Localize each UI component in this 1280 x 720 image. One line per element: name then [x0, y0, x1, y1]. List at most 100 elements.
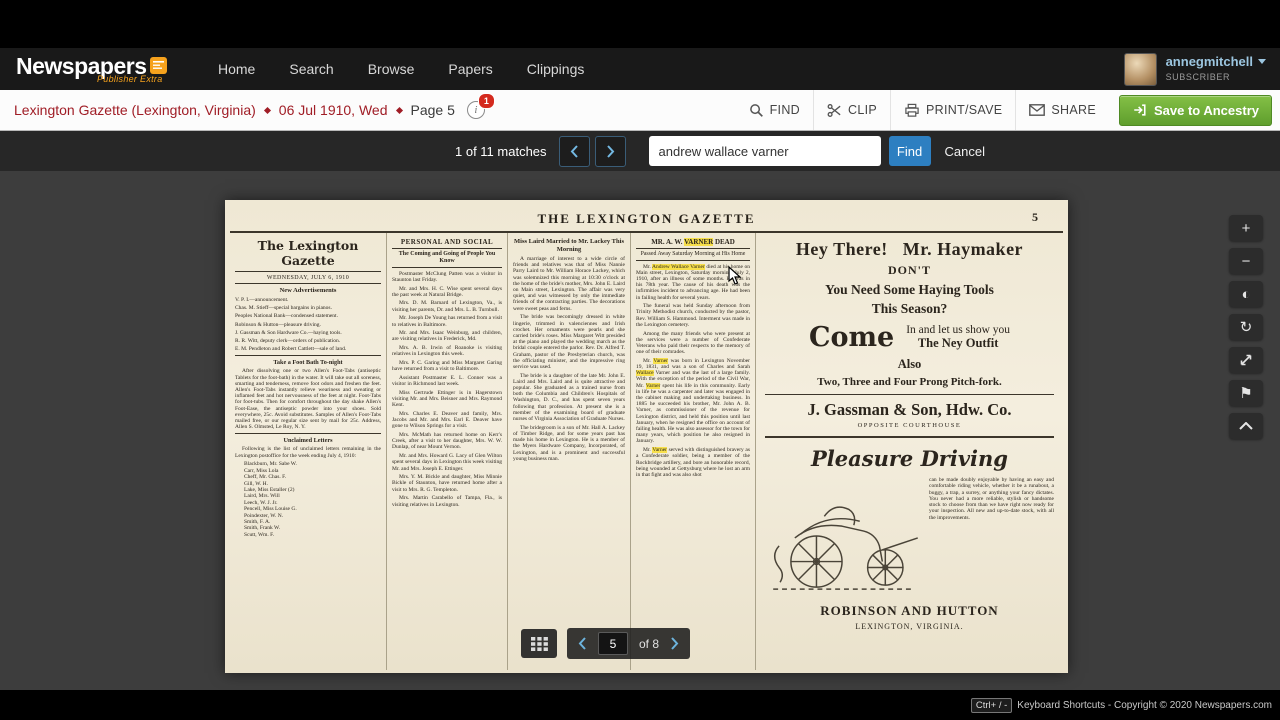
- notification-badge: 1: [478, 93, 495, 109]
- chevron-left-icon: [578, 637, 587, 650]
- image-viewer[interactable]: THE LEXINGTON GAZETTE 5 The Lexington Ga…: [0, 171, 1280, 690]
- wedding-article-paragraph: The bride was becomingly dressed in whit…: [513, 314, 625, 370]
- haymaker-come-row: Come In and let us show you The Ney Outf…: [765, 322, 1054, 353]
- new-ad-entry: Peoples National Bank—condensed statemen…: [235, 313, 381, 319]
- personal-social-items: Postmaster McClung Patten was a visitor …: [392, 271, 502, 508]
- nav-browse[interactable]: Browse: [368, 61, 415, 77]
- new-advertisements-heading: New Advertisements: [235, 287, 381, 294]
- footer-bar: Ctrl+ / - Keyboard Shortcuts - Copyright…: [0, 690, 1280, 720]
- user-menu[interactable]: annegmitchell SUBSCRIBER: [1124, 53, 1266, 86]
- personal-social-item: Mrs. Martin Carabello of Tampa, Fla., is…: [392, 495, 502, 507]
- info-button[interactable]: i 1: [467, 101, 485, 119]
- haymaker-dont: DON'T: [765, 263, 1054, 278]
- robinson-hutton-location: LEXINGTON, VIRGINIA.: [765, 622, 1054, 631]
- personal-social-item: Mrs. McMath has returned home on Kerr's …: [392, 432, 502, 451]
- find-bar: 1 of 11 matches Find Cancel: [0, 131, 1280, 171]
- new-ad-entry: V. P. I.—announcement.: [235, 297, 381, 303]
- previous-match-button[interactable]: [559, 136, 590, 167]
- contrast-button[interactable]: ◐: [1229, 281, 1263, 307]
- personal-social-item: Assistant Postmaster E. L. Conner was a …: [392, 375, 502, 387]
- clip-label: CLIP: [848, 103, 877, 117]
- grid-icon: [531, 637, 548, 651]
- document-info: Lexington Gazette (Lexington, Virginia) …: [14, 90, 485, 130]
- wedding-article-paragraph: A marriage of interest to a wide circle …: [513, 256, 625, 312]
- pleasure-driving-text: can be made doubly enjoyable by having a…: [929, 477, 1054, 595]
- varner-obituary-paragraph: Mr. Varner was born in Lexington Novembe…: [636, 358, 750, 445]
- new-ad-entry: R. R. Witt, deputy clerk—orders of publi…: [235, 338, 381, 344]
- unclaimed-letters-intro: Following is the list of unclaimed lette…: [235, 446, 381, 458]
- wedding-article-paragraph: The bridegroom is a son of Mr. Hall A. L…: [513, 425, 625, 462]
- collapse-toolbar-button[interactable]: [1229, 413, 1263, 439]
- username[interactable]: annegmitchell: [1166, 54, 1253, 69]
- flag-button[interactable]: ⚑: [1229, 380, 1263, 406]
- newspaper-page-number: 5: [1032, 210, 1038, 225]
- personal-social-item: Mrs. P. C. Garing and Miss Margaret Gari…: [392, 360, 502, 372]
- chevron-left-icon: [570, 145, 579, 158]
- search-input[interactable]: [649, 136, 881, 166]
- share-button[interactable]: SHARE: [1016, 90, 1109, 130]
- next-match-button[interactable]: [595, 136, 626, 167]
- newspaper-column-1: The Lexington Gazette WEDNESDAY, JULY 6,…: [230, 233, 387, 670]
- pleasure-driving-title: Pleasure Driving: [765, 446, 1054, 471]
- page-label: Page 5: [411, 102, 455, 118]
- newspaper-masthead: THE LEXINGTON GAZETTE: [225, 211, 1068, 227]
- rotate-button[interactable]: ↻: [1229, 314, 1263, 340]
- haymaker-headline: Hey There! Mr. Haymaker: [765, 239, 1054, 260]
- new-ad-entry: J. Gassman & Son Hardware Co.—haying too…: [235, 330, 381, 336]
- find-submit-button[interactable]: Find: [889, 136, 931, 166]
- come-text: In and let us show you The Ney Outfit: [906, 324, 1010, 351]
- gassman-location: OPPOSITE COURTHOUSE: [765, 422, 1054, 429]
- come-line2: The Ney Outfit: [906, 336, 1010, 351]
- letterbox-top: [0, 0, 1280, 48]
- zoom-in-button[interactable]: +: [1229, 215, 1263, 241]
- personal-social-item: Mr. and Mrs. Howard G. Lacy of Glen Wilt…: [392, 453, 502, 472]
- previous-page-button[interactable]: [578, 637, 587, 650]
- haymaker-line4: This Season?: [765, 301, 1054, 317]
- paper-title-link[interactable]: Lexington Gazette (Lexington, Virginia): [14, 102, 256, 118]
- save-to-ancestry-button[interactable]: Save to Ancestry: [1119, 95, 1272, 126]
- newspaper-page-image[interactable]: THE LEXINGTON GAZETTE 5 The Lexington Ga…: [225, 200, 1068, 673]
- unclaimed-letters-list: Blackburn, Mr. Sabe W.Carr, Miss LolaChe…: [235, 461, 381, 538]
- unclaimed-letters-heading: Unclaimed Letters: [235, 433, 381, 444]
- page-navigation-pill: 5 of 8: [567, 628, 690, 659]
- personal-social-heading: PERSONAL AND SOCIAL: [392, 238, 502, 246]
- printer-icon: [904, 103, 920, 118]
- varner-obituary-heading: MR. A. W. VARNER DEAD: [636, 238, 750, 246]
- carriage-illustration: [765, 477, 923, 595]
- wedding-article-paragraph: The bride is a daughter of the late Mr. …: [513, 373, 625, 423]
- thumbnail-grid-button[interactable]: [521, 629, 557, 658]
- next-page-button[interactable]: [670, 637, 679, 650]
- find-button[interactable]: FIND: [736, 90, 813, 130]
- nav-search[interactable]: Search: [289, 61, 333, 77]
- diagonal-arrows-icon: [1238, 352, 1254, 368]
- varner-obituary-paragraph: The funeral was held Sunday afternoon fr…: [636, 303, 750, 328]
- find-controls: 1 of 11 matches Find Cancel: [455, 131, 985, 171]
- varner-obituary-paragraph: Mr. Andrew Wallace Varner died at his ho…: [636, 264, 750, 301]
- cancel-button[interactable]: Cancel: [945, 144, 985, 159]
- page-count-label: of 8: [639, 637, 659, 651]
- avatar[interactable]: [1124, 53, 1157, 86]
- newspaper-ads-column: Hey There! Mr. Haymaker DON'T You Need S…: [756, 233, 1063, 670]
- current-page-input[interactable]: 5: [598, 632, 628, 655]
- chevron-up-icon: [1239, 422, 1253, 430]
- print-save-button[interactable]: PRINT/SAVE: [891, 90, 1015, 130]
- new-advertisements-list: V. P. I.—announcement. Chas. M. Stieff—sp…: [235, 297, 381, 352]
- issue-date-link[interactable]: 06 Jul 1910, Wed: [279, 102, 388, 118]
- zoom-out-button[interactable]: −: [1229, 248, 1263, 274]
- clip-button[interactable]: CLIP: [814, 90, 890, 130]
- pan-mode-button[interactable]: [1229, 347, 1263, 373]
- nav-home[interactable]: Home: [218, 61, 255, 77]
- app-header: Newspapers Publisher Extra Home Search B…: [0, 48, 1280, 90]
- app-window: Newspapers Publisher Extra Home Search B…: [0, 0, 1280, 720]
- document-toolbar: Lexington Gazette (Lexington, Virginia) …: [0, 90, 1280, 131]
- personal-social-item: Postmaster McClung Patten was a visitor …: [392, 271, 502, 283]
- come-line1: In and let us show you: [906, 324, 1010, 336]
- pleasure-driving-advertisement: Pleasure Driving: [765, 438, 1054, 631]
- diamond-separator-icon: [395, 106, 402, 113]
- personal-social-item: Miss Gertrude Ettinger is in Hagerstown …: [392, 390, 502, 409]
- document-actions: FIND CLIP PRINT/SAVE SHARE Save to Ances…: [736, 90, 1272, 130]
- new-ad-entry: Chas. M. Stieff—special bargains in pian…: [235, 305, 381, 311]
- nav-papers[interactable]: Papers: [448, 61, 492, 77]
- nav-clippings[interactable]: Clippings: [527, 61, 585, 77]
- personal-social-item: Mrs. A. B. Irwin of Roanoke is visiting …: [392, 345, 502, 357]
